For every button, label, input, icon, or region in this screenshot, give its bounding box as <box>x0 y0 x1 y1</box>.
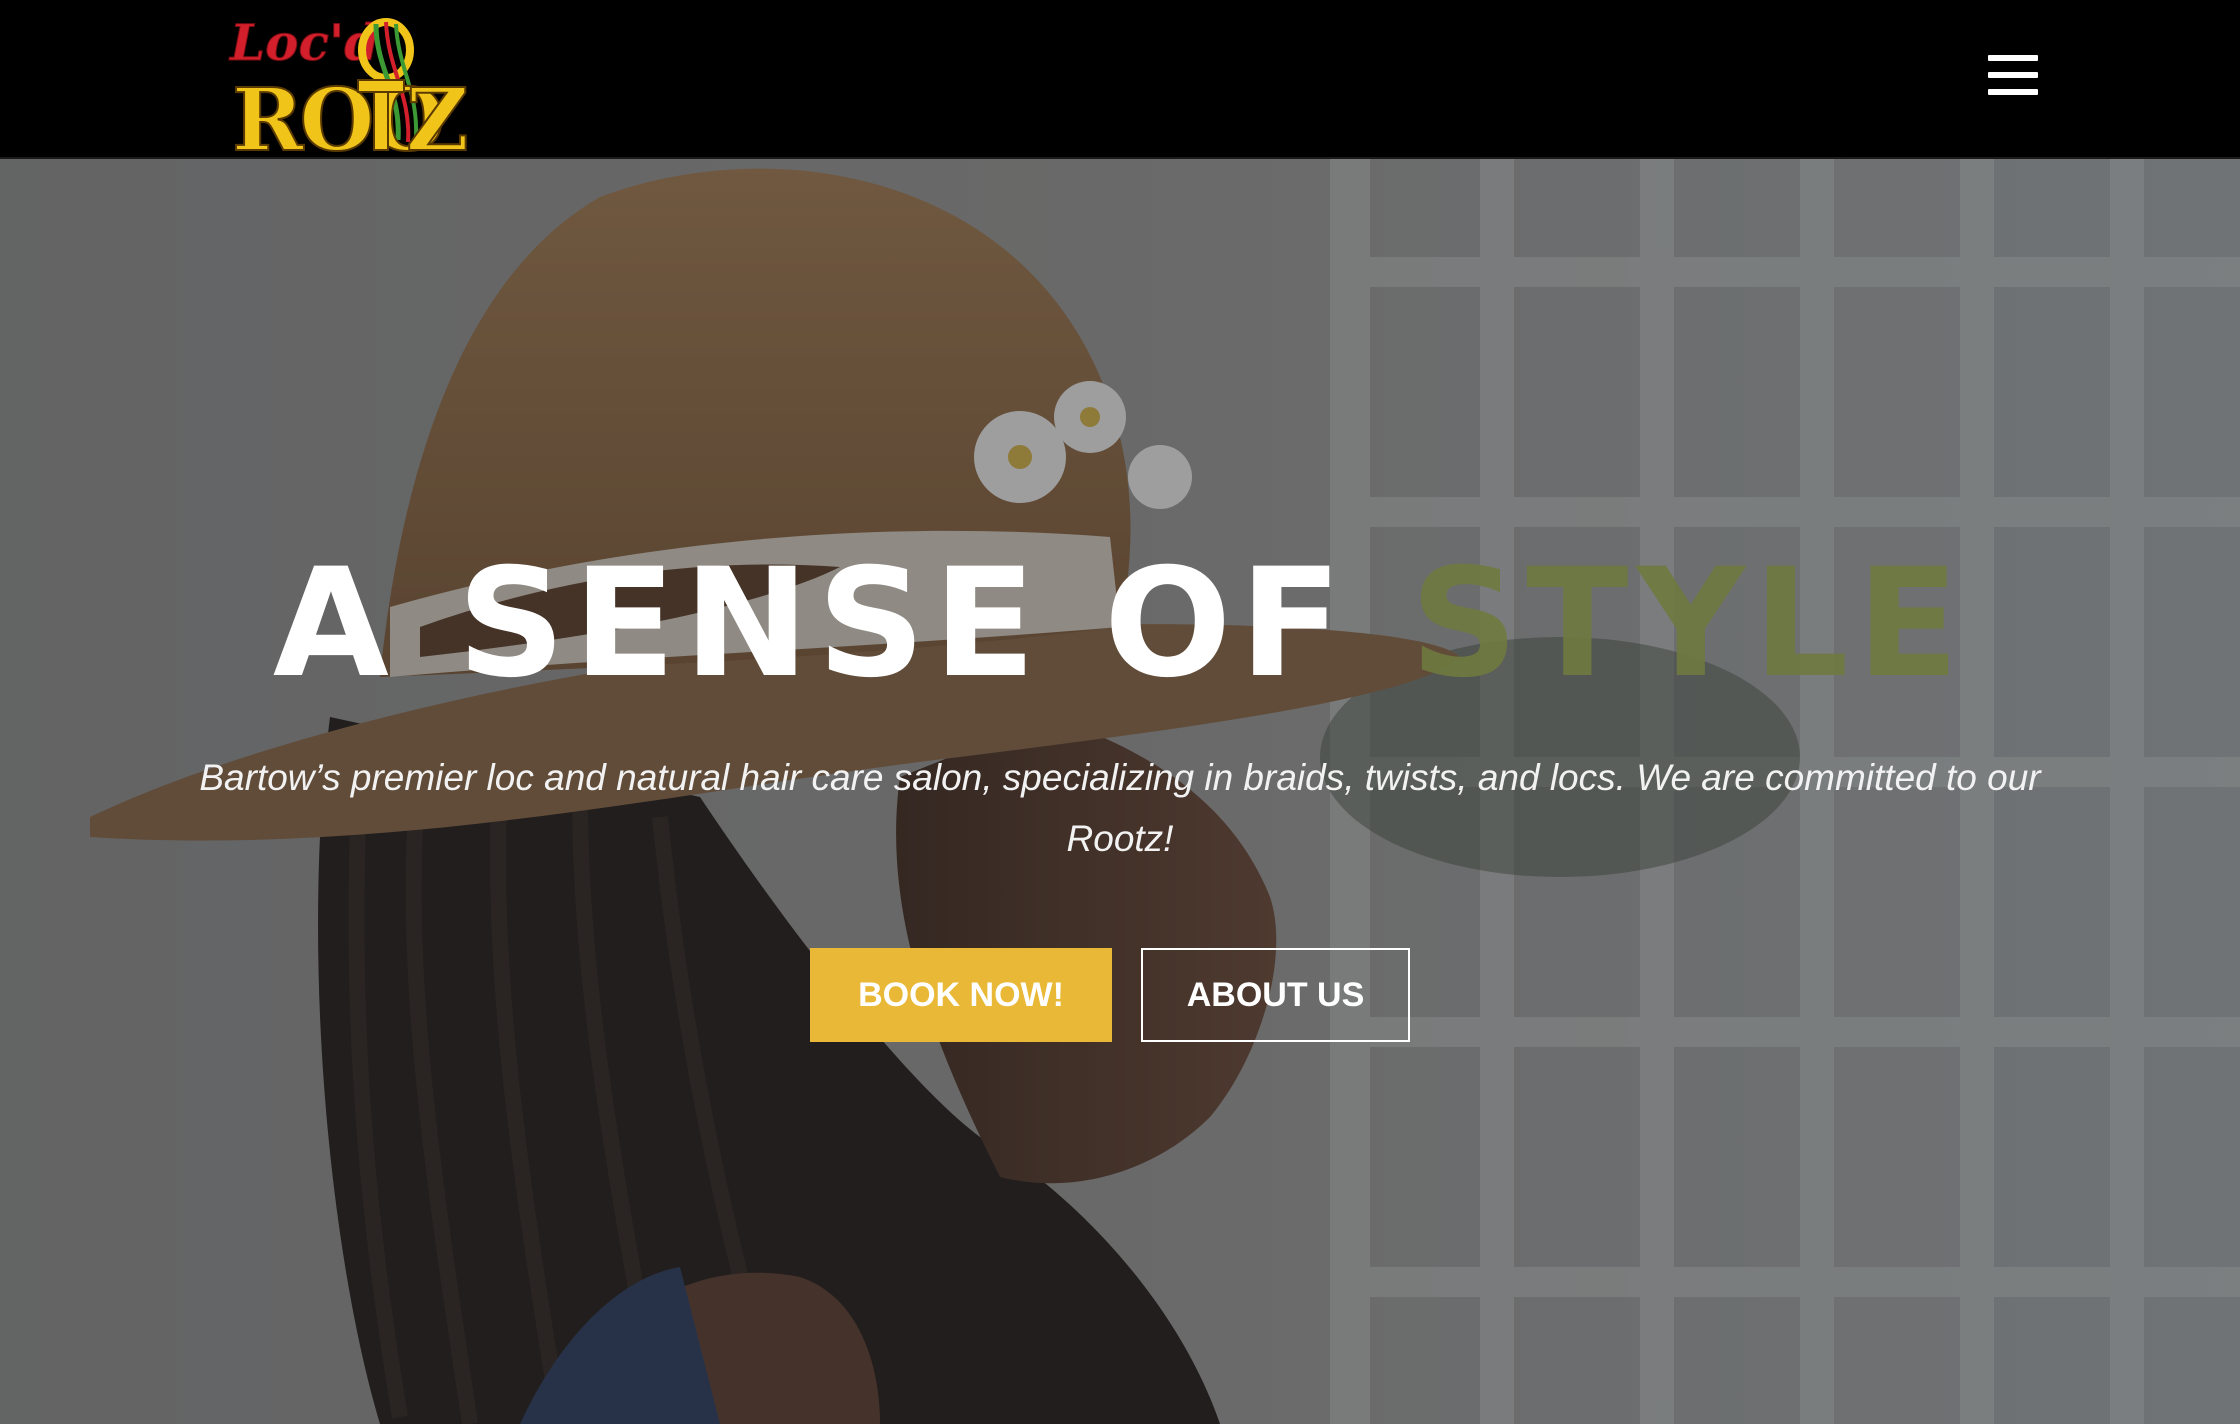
hero-subtitle: Bartow’s premier loc and natural hair ca… <box>199 757 2041 859</box>
headline-accent-text: STYLE <box>1410 537 1968 711</box>
top-navigation-bar: Loc'd ROO Z <box>0 0 2240 159</box>
svg-text:Z: Z <box>406 70 469 156</box>
menu-bar <box>1988 55 2038 61</box>
book-now-button[interactable]: BOOK NOW! <box>810 948 1112 1042</box>
hero-section: A SENSE OF STYLE Bartow’s premier loc an… <box>0 157 2240 1424</box>
headline-text: A SENSE OF <box>272 537 1350 711</box>
hero-headline: A SENSE OF STYLE <box>0 549 2240 699</box>
menu-bar <box>1988 72 2038 78</box>
about-us-button[interactable]: ABOUT US <box>1141 948 1410 1042</box>
site-logo[interactable]: Loc'd ROO Z <box>226 10 476 157</box>
hamburger-menu-icon[interactable] <box>1988 52 2040 98</box>
svg-text:Loc'd: Loc'd <box>228 13 379 72</box>
locd-rootz-logo-icon: Loc'd ROO Z <box>228 13 470 157</box>
menu-bar <box>1988 89 2038 95</box>
